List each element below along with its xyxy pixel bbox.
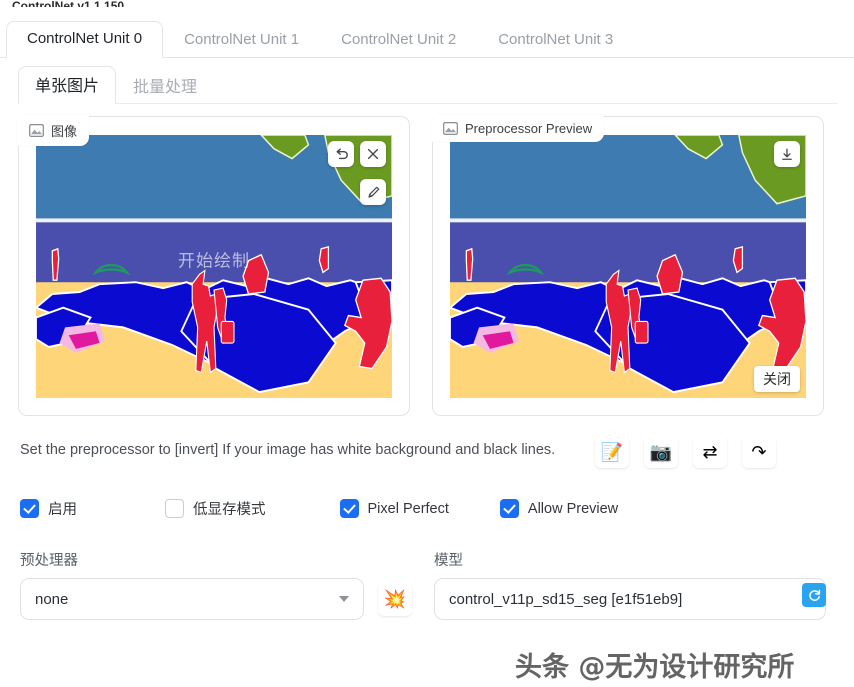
unit-tab-bar: ControlNet Unit 0 ControlNet Unit 1 Cont… xyxy=(0,18,854,58)
tab-single-image[interactable]: 单张图片 xyxy=(18,66,117,104)
download-icon[interactable] xyxy=(774,141,800,167)
camera-icon[interactable]: 📷 xyxy=(644,436,678,468)
preprocessor-column: 预处理器 none 💥 xyxy=(20,549,412,620)
checkbox-low-vram-box[interactable] xyxy=(165,499,184,518)
tab-controlnet-unit-0[interactable]: ControlNet Unit 0 xyxy=(6,21,164,58)
undo-glyph xyxy=(335,147,348,159)
segmentation-map-source xyxy=(36,135,392,398)
unit-0-panel: 单张图片 批量处理 图像 开始绘制 Preprocessor Preview 关… xyxy=(0,58,854,687)
explosion-icon[interactable]: 💥 xyxy=(378,582,412,616)
tab-batch-process[interactable]: 批量处理 xyxy=(116,67,214,104)
tab-controlnet-unit-3[interactable]: ControlNet Unit 3 xyxy=(477,22,634,58)
brush-icon[interactable] xyxy=(360,179,386,205)
close-icon[interactable] xyxy=(360,141,386,167)
source-image-canvas[interactable]: 开始绘制 xyxy=(36,135,392,398)
checkbox-pixel-perfect[interactable]: Pixel Perfect xyxy=(339,499,449,518)
checkbox-enable[interactable]: 启用 xyxy=(20,498,77,519)
source-image-label-text: 图像 xyxy=(51,124,78,139)
tab-controlnet-unit-1[interactable]: ControlNet Unit 1 xyxy=(163,22,320,58)
checkbox-allow-preview-label: Allow Preview xyxy=(527,500,619,517)
model-inner: control_v11p_sd15_seg [e1f51eb9] xyxy=(434,578,826,620)
swap-icon[interactable]: ⇄ xyxy=(693,436,727,468)
brush-glyph xyxy=(367,186,379,198)
image-icon xyxy=(29,124,44,137)
preprocessor-preview-canvas[interactable]: 关闭 xyxy=(450,135,806,398)
preprocessor-value: none xyxy=(35,590,69,608)
preprocessor-select[interactable]: none xyxy=(20,578,364,620)
model-label: 模型 xyxy=(434,553,463,569)
segmentation-map-preview xyxy=(450,135,806,398)
model-value: control_v11p_sd15_seg [e1f51eb9] xyxy=(449,590,683,608)
checkbox-pixel-perfect-label: Pixel Perfect xyxy=(367,500,449,517)
note-icon[interactable]: 📝 xyxy=(595,436,629,468)
selector-row: 预处理器 none 💥 模型 control_v11p_sd15_seg [e1… xyxy=(20,549,838,620)
checkbox-enable-label: 启用 xyxy=(48,502,77,518)
chevron-down-icon[interactable] xyxy=(339,596,349,602)
quick-action-buttons: 📝 📷 ⇄ ↷ xyxy=(595,434,776,468)
checkbox-pixel-perfect-box[interactable] xyxy=(339,499,359,518)
refresh-icon[interactable] xyxy=(802,583,826,607)
preprocessor-preview-label-text: Preprocessor Preview xyxy=(465,121,593,136)
preview-close-button[interactable]: 关闭 xyxy=(754,366,800,392)
source-image-label: 图像 xyxy=(17,115,90,146)
model-column: 模型 control_v11p_sd15_seg [e1f51eb9] xyxy=(434,549,826,620)
tab-controlnet-unit-2[interactable]: ControlNet Unit 2 xyxy=(320,22,477,58)
undo-icon[interactable] xyxy=(328,141,354,167)
preprocessor-hint-text: Set the preprocessor to [invert] If your… xyxy=(20,442,556,458)
model-select[interactable]: control_v11p_sd15_seg [e1f51eb9] xyxy=(434,578,826,620)
hint-row: Set the preprocessor to [invert] If your… xyxy=(20,434,838,468)
sub-tab-bar: 单张图片 批量处理 xyxy=(18,66,838,104)
image-tool-stack xyxy=(328,141,386,167)
checkbox-allow-preview-box[interactable] xyxy=(499,499,519,518)
preprocessor-preview-card[interactable]: Preprocessor Preview 关闭 xyxy=(431,115,824,416)
checkbox-allow-preview[interactable]: Allow Preview xyxy=(499,499,619,518)
close-glyph xyxy=(367,148,379,160)
preprocessor-label: 预处理器 xyxy=(20,553,78,569)
preprocessor-inner: none 💥 xyxy=(20,578,412,620)
checkbox-low-vram-label: 低显存模式 xyxy=(193,502,266,518)
source-image-card[interactable]: 图像 开始绘制 xyxy=(17,115,410,416)
checkbox-enable-box[interactable] xyxy=(20,499,39,518)
clipped-window-title: ControlNet v1.1.150 xyxy=(12,0,125,7)
refresh-glyph xyxy=(808,589,820,601)
checkbox-low-vram[interactable]: 低显存模式 xyxy=(165,498,266,519)
controlnet-panel: ControlNet v1.1.150 ControlNet Unit 0 Co… xyxy=(0,0,854,687)
options-row: 启用 低显存模式 Pixel Perfect Allow Preview xyxy=(20,498,838,519)
preprocessor-preview-label: Preprocessor Preview xyxy=(431,115,605,142)
send-icon[interactable]: ↷ xyxy=(742,436,776,468)
image-brush-tool xyxy=(360,179,386,205)
download-glyph xyxy=(782,148,792,160)
image-row: 图像 开始绘制 Preprocessor Preview 关闭 xyxy=(17,115,838,416)
image-icon xyxy=(443,122,458,135)
